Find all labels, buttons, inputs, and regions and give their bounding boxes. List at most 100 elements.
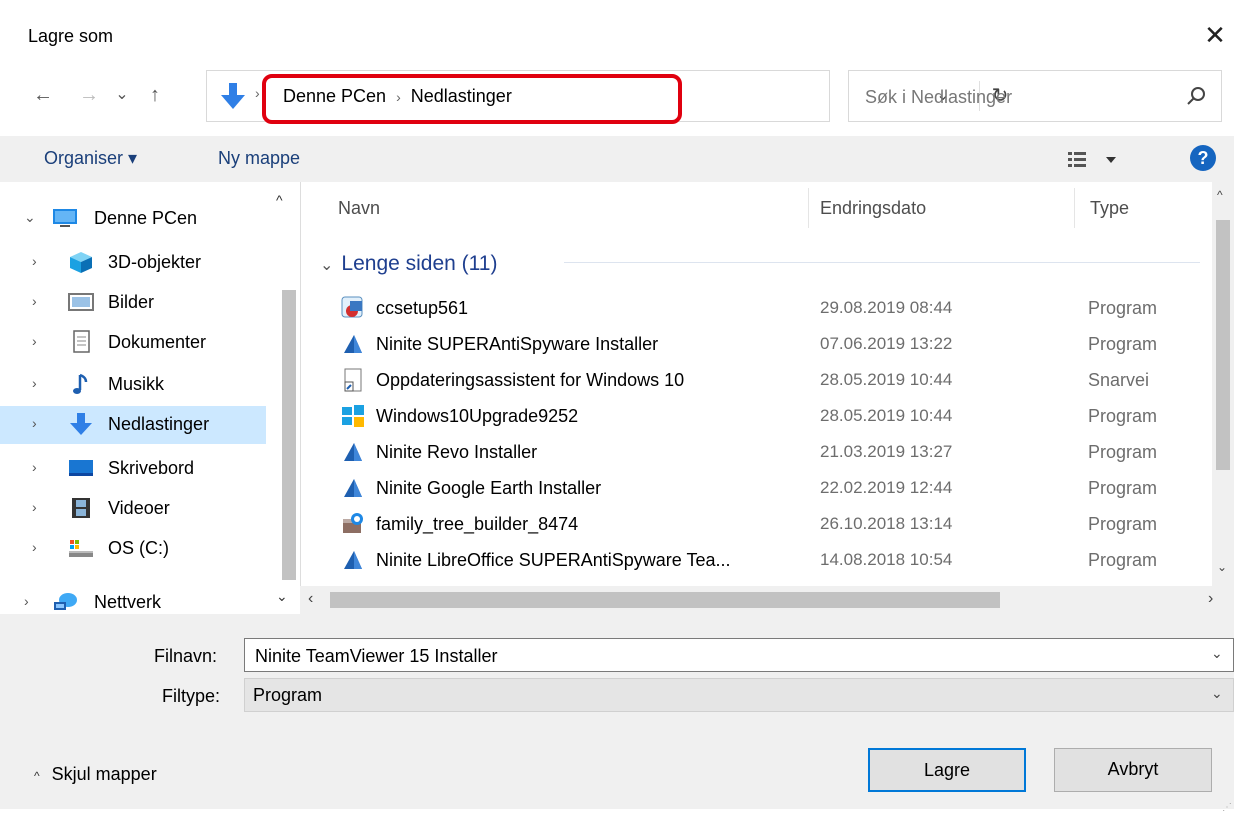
sidebar-item-3d-objects[interactable]: › 3D-objekter [0, 244, 266, 280]
scroll-left-icon[interactable]: ‹ [308, 590, 313, 608]
scrollbar-thumb[interactable] [330, 592, 1000, 608]
save-button[interactable]: Lagre [868, 748, 1026, 792]
drive-icon [69, 540, 93, 557]
pictures-icon [68, 293, 94, 311]
music-note-icon [73, 373, 88, 394]
file-list-vertical-scrollbar[interactable]: ^ ⌄ [1212, 182, 1234, 586]
address-bar[interactable]: › Denne PCen › Nedlastinger ⌄ ↻ [206, 70, 1008, 122]
breadcrumb-root-chevron-icon[interactable]: › [255, 85, 260, 101]
search-input[interactable] [863, 81, 1167, 113]
command-toolbar: Organiser ▾ Ny mappe ? [0, 136, 1234, 182]
search-icon[interactable] [1183, 83, 1209, 109]
close-icon[interactable]: ✕ [1200, 20, 1230, 50]
breadcrumb-item-this-pc[interactable]: Denne PCen [283, 86, 386, 106]
file-name: Ninite LibreOffice SUPERAntiSpyware Tea.… [376, 550, 731, 570]
sidebar-item-os-drive[interactable]: › OS (C:) [0, 530, 266, 566]
installer-icon [343, 513, 363, 533]
ninite-icon [344, 479, 362, 497]
sidebar-item-this-pc[interactable]: ⌄ Denne PCen [0, 200, 266, 236]
collapsed-chevron-icon[interactable]: › [32, 253, 37, 269]
resize-grip-icon[interactable]: ⋰ [1222, 802, 1232, 813]
organize-menu-button[interactable]: Organiser ▾ [44, 148, 137, 169]
sidebar-item-label: Nedlastinger [108, 414, 210, 434]
column-divider[interactable] [808, 188, 809, 228]
sidebar-item-label: Bilder [108, 292, 155, 312]
sidebar-item-pictures[interactable]: › Bilder [0, 284, 266, 320]
collapsed-chevron-icon[interactable]: › [32, 539, 37, 555]
file-name: Ninite Google Earth Installer [376, 478, 602, 498]
collapsed-chevron-icon[interactable]: › [32, 375, 37, 391]
file-date: 14.08.2018 10:54 [820, 550, 953, 569]
scroll-down-icon[interactable]: ⌄ [1217, 560, 1227, 574]
scroll-up-icon[interactable]: ^ [276, 192, 283, 208]
download-arrow-icon [221, 83, 245, 109]
breadcrumb-separator-icon[interactable]: › [396, 89, 401, 105]
file-row[interactable]: Ninite SUPERAntiSpyware Installer 07.06.… [300, 326, 1212, 362]
breadcrumb-item-downloads[interactable]: Nedlastinger [411, 86, 512, 106]
file-date: 21.03.2019 13:27 [820, 442, 953, 461]
file-row[interactable]: ccsetup561 29.08.2019 08:44 Program [300, 290, 1212, 326]
scrollbar-thumb[interactable] [282, 290, 296, 580]
help-icon[interactable]: ? [1190, 145, 1216, 171]
cancel-button[interactable]: Avbryt [1054, 748, 1212, 792]
collapsed-chevron-icon[interactable]: › [32, 499, 37, 515]
file-list: Navn Endringsdato Type ⌄ Lenge siden (11)… [300, 182, 1212, 586]
chevron-down-icon[interactable]: ⌄ [1211, 685, 1223, 702]
filename-input[interactable] [253, 643, 1197, 669]
sidebar-item-downloads[interactable]: › Nedlastinger [0, 406, 266, 444]
group-collapse-chevron-icon[interactable]: ⌄ [320, 257, 333, 274]
expanded-chevron-icon[interactable]: ⌄ [24, 209, 36, 226]
file-list-horizontal-scrollbar[interactable]: ‹ › [300, 586, 1234, 614]
back-arrow-icon[interactable]: ← [28, 80, 58, 110]
collapsed-chevron-icon[interactable]: › [32, 333, 37, 349]
filename-combobox[interactable]: ⌄ [244, 638, 1234, 672]
sidebar-item-label: Nettverk [94, 592, 162, 612]
recent-locations-chevron-icon[interactable]: ⌄ [110, 80, 134, 110]
file-row[interactable]: Ninite Google Earth Installer 22.02.2019… [300, 470, 1212, 506]
sidebar-item-music[interactable]: › Musikk [0, 366, 266, 402]
collapsed-chevron-icon[interactable]: › [24, 593, 29, 609]
collapsed-chevron-icon[interactable]: › [32, 459, 37, 475]
scroll-right-icon[interactable]: › [1208, 590, 1213, 608]
filetype-select[interactable]: Program ⌄ [244, 678, 1234, 712]
group-header[interactable]: ⌄ Lenge siden (11) [320, 252, 497, 276]
forward-arrow-icon[interactable]: → [74, 80, 104, 110]
cube-icon [70, 252, 92, 273]
sidebar-item-desktop[interactable]: › Skrivebord [0, 450, 266, 486]
hide-folders-toggle[interactable]: ^ Skjul mapper [34, 764, 157, 785]
ccleaner-setup-icon [341, 296, 363, 318]
file-date: 22.02.2019 12:44 [820, 478, 953, 497]
file-row[interactable]: Windows10Upgrade9252 28.05.2019 10:44 Pr… [300, 398, 1212, 434]
file-row[interactable]: family_tree_builder_8474 26.10.2018 13:1… [300, 506, 1212, 542]
file-row[interactable]: Ninite Revo Installer 21.03.2019 13:27 P… [300, 434, 1212, 470]
file-date: 07.06.2019 13:22 [820, 334, 953, 353]
file-name: Ninite Revo Installer [376, 442, 538, 462]
file-type: Program [1088, 298, 1158, 318]
file-type: Program [1088, 442, 1158, 462]
view-options-icon[interactable] [1066, 148, 1126, 172]
navigation-pane-scrollbar[interactable]: ^ ⌄ [268, 182, 298, 614]
file-row-partial[interactable] [300, 578, 1212, 586]
sidebar-item-videos[interactable]: › Videoer [0, 490, 266, 526]
file-row[interactable]: Oppdateringsassistent for Windows 10 28.… [300, 362, 1212, 398]
column-header-type[interactable]: Type [1090, 198, 1129, 219]
collapsed-chevron-icon[interactable]: › [32, 415, 37, 431]
file-type: Program [1088, 406, 1158, 426]
column-header-name[interactable]: Navn [338, 198, 380, 219]
sidebar-item-label: Videoer [108, 498, 170, 518]
sidebar-item-documents[interactable]: › Dokumenter [0, 324, 266, 360]
scroll-up-icon[interactable]: ^ [1217, 188, 1223, 202]
new-folder-button[interactable]: Ny mappe [218, 148, 300, 169]
column-divider[interactable] [1074, 188, 1075, 228]
hide-folders-label: Skjul mapper [51, 764, 157, 784]
file-name: Oppdateringsassistent for Windows 10 [376, 370, 685, 390]
chevron-down-icon[interactable]: ⌄ [1211, 645, 1223, 662]
scroll-down-icon[interactable]: ⌄ [276, 588, 288, 605]
column-header-date[interactable]: Endringsdato [820, 198, 926, 219]
collapsed-chevron-icon[interactable]: › [32, 293, 37, 309]
scrollbar-thumb[interactable] [1216, 220, 1230, 470]
up-arrow-icon[interactable]: ↑ [140, 80, 170, 110]
file-row[interactable]: Ninite LibreOffice SUPERAntiSpyware Tea.… [300, 542, 1212, 578]
search-box[interactable] [848, 70, 1222, 122]
navigation-pane: ⌄ Denne PCen › 3D-objekter › Bilder › Do… [0, 182, 301, 614]
